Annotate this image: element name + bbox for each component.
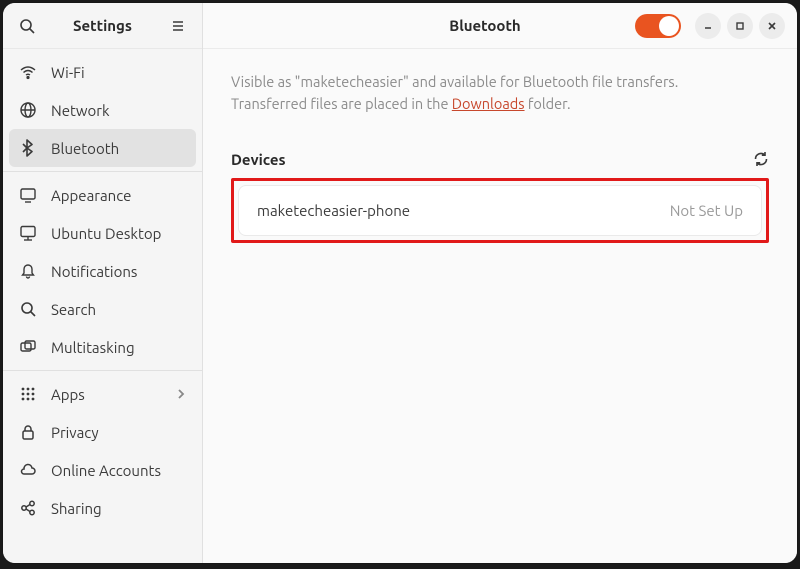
sidebar-item-bluetooth[interactable]: Bluetooth (9, 129, 196, 167)
multitasking-icon (19, 338, 37, 356)
sidebar: Settings Wi-Fi Network (3, 3, 203, 563)
wifi-icon (19, 63, 37, 81)
sidebar-item-label: Privacy (51, 424, 99, 441)
sidebar-item-notifications[interactable]: Notifications (3, 252, 202, 290)
minimize-icon (703, 21, 713, 31)
sidebar-item-label: Bluetooth (51, 140, 119, 157)
appearance-icon (19, 186, 37, 204)
desktop-icon (19, 224, 37, 242)
close-icon (767, 21, 777, 31)
sidebar-item-sharing[interactable]: Sharing (3, 489, 202, 527)
close-button[interactable] (759, 13, 785, 39)
bell-icon (19, 262, 37, 280)
content-header: Bluetooth (203, 3, 797, 49)
minimize-button[interactable] (695, 13, 721, 39)
sidebar-item-label: Network (51, 102, 110, 119)
devices-title: Devices (231, 151, 286, 168)
downloads-link[interactable]: Downloads (452, 95, 525, 112)
menu-button[interactable] (164, 12, 192, 40)
refresh-icon (753, 151, 769, 167)
device-row[interactable]: maketecheasier-phone Not Set Up (238, 185, 762, 236)
page-title: Bluetooth (335, 17, 635, 34)
sidebar-item-label: Appearance (51, 187, 131, 204)
chevron-right-icon (176, 387, 186, 401)
search-button[interactable] (13, 12, 41, 40)
sidebar-item-appearance[interactable]: Appearance (3, 176, 202, 214)
divider (3, 171, 202, 172)
bluetooth-toggle[interactable] (635, 14, 681, 38)
device-name: maketecheasier-phone (257, 202, 410, 219)
bluetooth-description: Visible as "maketecheasier" and availabl… (231, 71, 769, 115)
sidebar-item-label: Wi-Fi (51, 64, 85, 81)
sidebar-item-network[interactable]: Network (3, 91, 202, 129)
sidebar-item-search[interactable]: Search (3, 290, 202, 328)
sidebar-item-label: Online Accounts (51, 462, 161, 479)
sidebar-item-label: Apps (51, 386, 85, 403)
sidebar-item-ubuntu-desktop[interactable]: Ubuntu Desktop (3, 214, 202, 252)
bluetooth-icon (19, 139, 37, 157)
share-icon (19, 499, 37, 517)
divider (3, 370, 202, 371)
sidebar-item-label: Ubuntu Desktop (51, 225, 161, 242)
maximize-button[interactable] (727, 13, 753, 39)
sidebar-item-label: Sharing (51, 500, 102, 517)
device-status: Not Set Up (670, 202, 743, 219)
sidebar-item-online-accounts[interactable]: Online Accounts (3, 451, 202, 489)
sidebar-item-label: Search (51, 301, 96, 318)
device-highlight: maketecheasier-phone Not Set Up (231, 178, 769, 243)
sidebar-item-privacy[interactable]: Privacy (3, 413, 202, 451)
sidebar-header: Settings (3, 3, 202, 49)
hamburger-icon (171, 19, 185, 33)
sidebar-item-label: Notifications (51, 263, 137, 280)
globe-icon (19, 101, 37, 119)
content: Bluetooth Visible as "maketecheasier" an… (203, 3, 797, 563)
search-icon (19, 300, 37, 318)
content-body: Visible as "maketecheasier" and availabl… (203, 49, 797, 563)
search-icon (19, 18, 35, 34)
maximize-icon (735, 21, 745, 31)
devices-header: Devices (231, 151, 769, 168)
devices-refresh-button[interactable] (753, 151, 769, 167)
apps-icon (19, 385, 37, 403)
sidebar-item-wifi[interactable]: Wi-Fi (3, 53, 202, 91)
cloud-icon (19, 461, 37, 479)
settings-window: Settings Wi-Fi Network (3, 3, 797, 563)
sidebar-item-apps[interactable]: Apps (3, 375, 202, 413)
sidebar-item-multitasking[interactable]: Multitasking (3, 328, 202, 366)
sidebar-list: Wi-Fi Network Bluetooth Appearance (3, 49, 202, 563)
lock-icon (19, 423, 37, 441)
sidebar-title: Settings (41, 17, 164, 34)
sidebar-item-label: Multitasking (51, 339, 135, 356)
